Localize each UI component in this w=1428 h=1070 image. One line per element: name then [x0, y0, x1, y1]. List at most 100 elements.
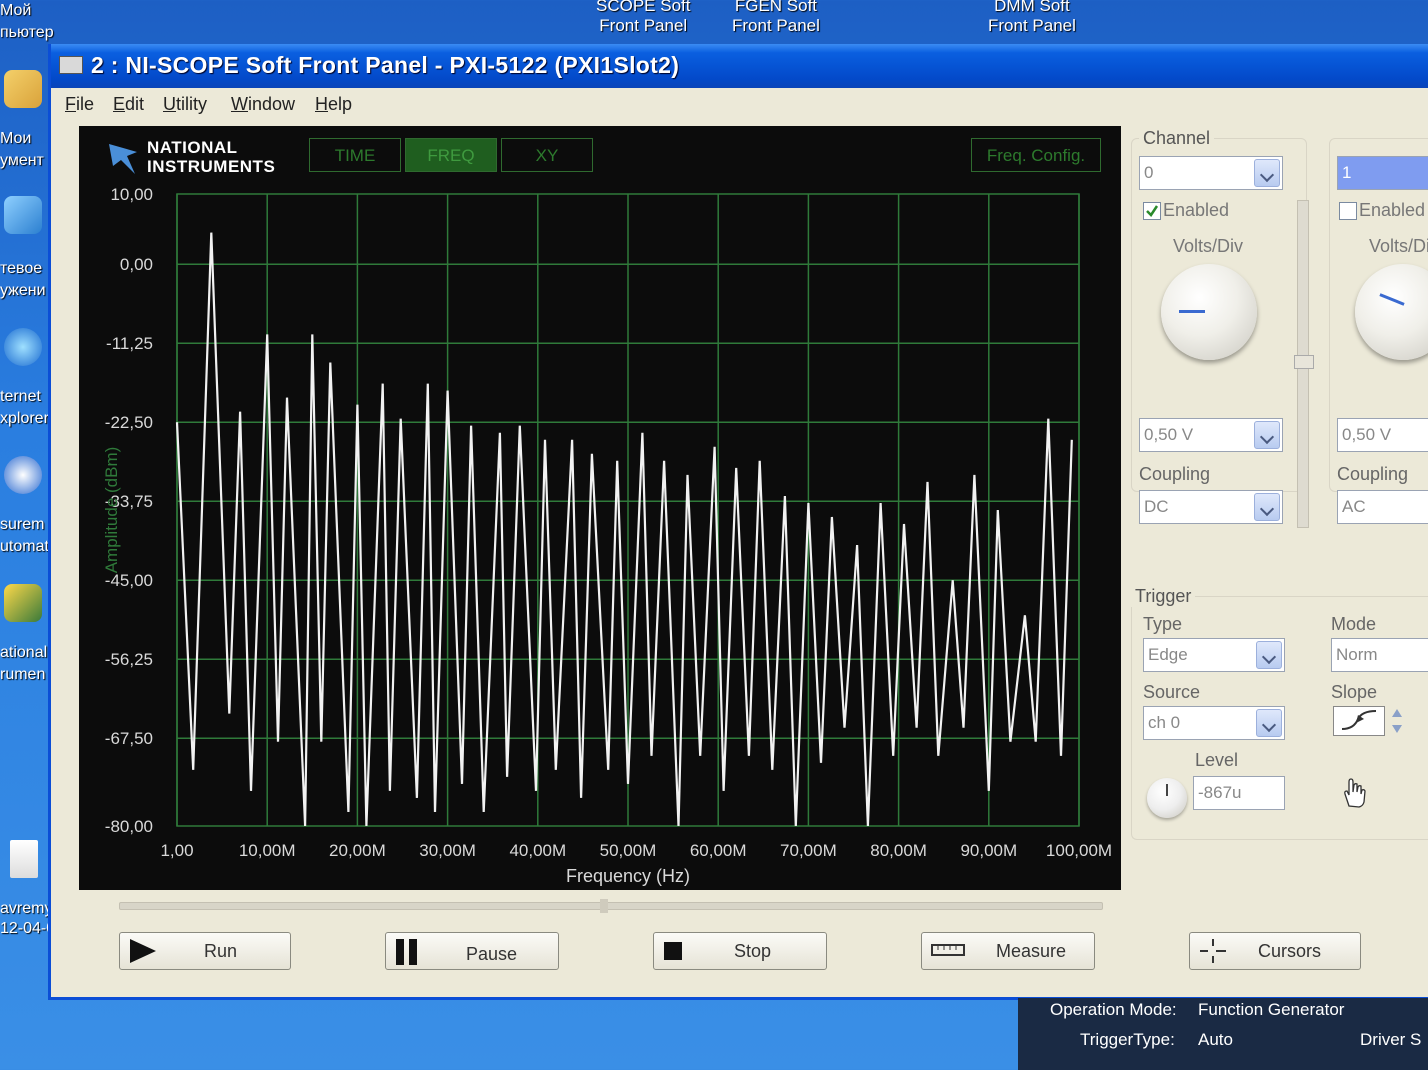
- position-slider[interactable]: [119, 899, 1103, 913]
- crosshair-icon: [1200, 939, 1226, 963]
- shortcut-label: SCOPE Soft: [596, 0, 691, 15]
- operation-mode-label: Operation Mode:: [1050, 1000, 1177, 1019]
- trigger-level-knob[interactable]: [1147, 778, 1187, 818]
- channel1-enabled-label: Enabled: [1359, 200, 1426, 220]
- y-axis-label: Amplitude (dBm): [102, 447, 121, 574]
- cursors-label: Cursors: [1258, 941, 1322, 961]
- channel0-enabled-label: Enabled: [1163, 200, 1230, 220]
- menu-edit[interactable]: Edit: [113, 94, 144, 115]
- x-tick-label: 1,00: [160, 841, 193, 860]
- channel0-coupling-label: Coupling: [1139, 464, 1211, 484]
- spectrum-graph-panel: NATIONAL INSTRUMENTS TIME FREQ XY Freq. …: [79, 126, 1121, 890]
- measure-button[interactable]: Measure: [921, 932, 1095, 970]
- channel1-coupling-value: AC: [1342, 497, 1366, 516]
- channel0-volts-select[interactable]: 0,50 V: [1139, 418, 1283, 452]
- scope-soft-front-panel-window: 2 : NI-SCOPE Soft Front Panel - PXI-5122…: [48, 44, 1428, 1000]
- menu-window[interactable]: Window: [231, 94, 295, 115]
- window-title: 2 : NI-SCOPE Soft Front Panel - PXI-5122…: [91, 52, 680, 78]
- channel-scrollbar[interactable]: [1294, 200, 1314, 528]
- national-instruments-icon[interactable]: [4, 584, 42, 622]
- status-panel: Operation Mode: Function Generator Trigg…: [1018, 998, 1428, 1070]
- slope-spinner[interactable]: [1391, 706, 1403, 736]
- chevron-down-icon[interactable]: [1254, 493, 1280, 521]
- chevron-down-icon[interactable]: [1254, 421, 1280, 449]
- channel1-coupling-select[interactable]: AC: [1337, 490, 1428, 524]
- y-tick-label: -11,25: [106, 334, 153, 353]
- fgen-soft-front-panel-shortcut[interactable]: FGEN Soft Front Panel: [732, 0, 820, 36]
- menu-utility[interactable]: Utility: [163, 94, 207, 115]
- measurement-automation-icon[interactable]: [4, 456, 42, 494]
- trigger-mode-select[interactable]: Norm: [1331, 638, 1428, 672]
- channel1-value: 1: [1342, 163, 1352, 182]
- menu-file[interactable]: File: [65, 94, 94, 115]
- settings-panel: Channel 0 Enabled Volts/Div 0,50 V Coupl…: [1129, 126, 1428, 840]
- trigger-source-select[interactable]: ch 0: [1143, 706, 1285, 740]
- chevron-down-icon[interactable]: [1256, 641, 1282, 669]
- document-icon[interactable]: [10, 840, 38, 878]
- channel1-coupling-label: Coupling: [1337, 464, 1409, 484]
- channel-group-label: Channel: [1139, 128, 1215, 149]
- y-tick-label: -67,50: [105, 729, 153, 748]
- trigger-level-value: -867u: [1198, 783, 1242, 802]
- trigger-level-label: Level: [1195, 750, 1239, 770]
- desktop-label[interactable]: Мой: [0, 0, 62, 22]
- shortcut-label: DMM Soft: [994, 0, 1070, 15]
- rising-edge-icon: [1341, 710, 1377, 730]
- channel0-volts-div-label: Volts/Div: [1173, 236, 1244, 256]
- x-axis-label: Frequency (Hz): [566, 866, 690, 886]
- menubar: File Edit Utility Window Help: [51, 88, 1428, 122]
- menu-help[interactable]: Help: [315, 94, 352, 115]
- trigger-type-status-label: TriggerType:: [1080, 1030, 1175, 1049]
- y-tick-label: -56,25: [105, 650, 153, 669]
- hand-cursor-icon: [1344, 778, 1366, 808]
- pause-label: Pause: [466, 944, 518, 964]
- x-tick-label: 50,00M: [600, 841, 657, 860]
- channel1-volts-div-label: Volts/Di: [1369, 236, 1428, 256]
- x-tick-label: 70,00M: [780, 841, 837, 860]
- run-label: Run: [204, 941, 238, 961]
- window-titlebar[interactable]: 2 : NI-SCOPE Soft Front Panel - PXI-5122…: [51, 44, 1428, 88]
- shortcut-label: Front Panel: [732, 16, 820, 35]
- channel0-volts-div-knob[interactable]: [1161, 264, 1257, 360]
- channel0-volts-value: 0,50 V: [1144, 425, 1194, 444]
- dmm-soft-front-panel-shortcut[interactable]: DMM Soft Front Panel: [988, 0, 1076, 36]
- scope-soft-front-panel-shortcut[interactable]: SCOPE Soft Front Panel: [596, 0, 690, 36]
- position-slider-thumb[interactable]: [600, 899, 608, 913]
- desktop-label[interactable]: пьютер: [0, 22, 62, 44]
- trigger-level-input[interactable]: -867u: [1193, 776, 1285, 810]
- knob-indicator: [1179, 310, 1205, 313]
- stop-icon: [664, 942, 682, 960]
- stop-label: Stop: [734, 941, 772, 961]
- trigger-slope-control[interactable]: [1333, 706, 1385, 736]
- channel0-coupling-select[interactable]: DC: [1139, 490, 1283, 524]
- network-places-icon[interactable]: [4, 196, 42, 234]
- channel0-enabled-checkbox[interactable]: [1143, 202, 1161, 220]
- cursors-button[interactable]: Cursors: [1189, 932, 1361, 970]
- channel1-volts-select[interactable]: 0,50 V: [1337, 418, 1428, 452]
- trigger-mode-value: Norm: [1336, 645, 1378, 664]
- channel-scrollbar-thumb[interactable]: [1294, 355, 1314, 369]
- chevron-down-icon[interactable]: [1254, 159, 1280, 187]
- trigger-type-label: Type: [1143, 614, 1183, 634]
- trigger-type-value: Edge: [1148, 645, 1188, 664]
- channel1-select[interactable]: 1: [1337, 156, 1428, 190]
- app-icon: [59, 56, 83, 74]
- x-tick-label: 20,00M: [329, 841, 386, 860]
- spinner-arrows-icon: [1392, 709, 1402, 733]
- checkmark-icon: [1146, 205, 1159, 217]
- y-tick-label: -22,50: [105, 413, 153, 432]
- trigger-source-value: ch 0: [1148, 713, 1181, 732]
- my-documents-icon[interactable]: [4, 70, 42, 108]
- pause-button[interactable]: Pause: [385, 932, 559, 970]
- channel1-enabled-checkbox[interactable]: [1339, 202, 1357, 220]
- run-button[interactable]: Run: [119, 932, 291, 970]
- spectrum-chart[interactable]: 10,000,00-11,25-22,50-33,75-45,00-56,25-…: [79, 126, 1121, 890]
- y-tick-label: 0,00: [120, 255, 153, 274]
- channel0-select[interactable]: 0: [1139, 156, 1283, 190]
- internet-explorer-icon[interactable]: [4, 328, 42, 366]
- shortcut-label: FGEN Soft: [734, 0, 818, 15]
- x-tick-label: 80,00M: [870, 841, 927, 860]
- trigger-type-select[interactable]: Edge: [1143, 638, 1285, 672]
- chevron-down-icon[interactable]: [1256, 709, 1282, 737]
- stop-button[interactable]: Stop: [653, 932, 827, 970]
